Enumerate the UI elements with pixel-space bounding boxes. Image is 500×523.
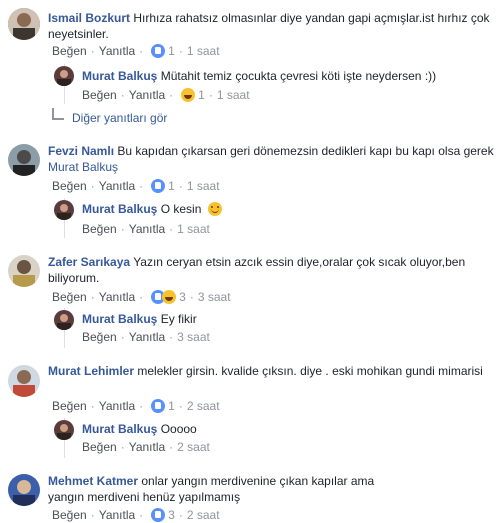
reply-button[interactable]: Yanıtla [129, 222, 165, 236]
reply-button[interactable]: Yanıtla [99, 290, 135, 304]
smile-emoji-icon [207, 202, 222, 216]
reply-text: Ey fikir [160, 312, 197, 326]
comment-actions: Beğen · Yanıtla · 3 · 3 saat [52, 290, 231, 304]
reply-actions: Beğen · Yanıtla · 1 saat [82, 222, 210, 236]
like-reaction-icon[interactable] [151, 44, 166, 58]
reply-body: Murat Balkuş Mütahit temiz çocukta çevre… [82, 68, 492, 84]
reaction-count[interactable]: 1 [168, 44, 175, 58]
comment-body: Murat Lehimler melekler girsin. kvalide … [48, 363, 496, 379]
author-name[interactable]: Ismail Bozkurt [48, 11, 130, 25]
like-reaction-icon[interactable] [151, 399, 166, 413]
like-button[interactable]: Beğen [52, 179, 87, 193]
comment-body: Ismail Bozkurt Hırhıza rahatsız olmasınl… [48, 10, 496, 42]
comment-body: Zafer Sarıkaya Yazın ceryan etsin azcık … [48, 254, 496, 286]
like-button[interactable]: Beğen [82, 330, 117, 344]
like-reaction-icon[interactable] [151, 508, 166, 522]
reply-text: Mütahit temiz çocukta çevresi köti işte … [160, 69, 437, 83]
reaction-count[interactable]: 1 [168, 179, 175, 193]
reply-text: O kesin [160, 202, 202, 216]
reaction-count[interactable]: 1 [168, 399, 175, 413]
reply-actions: Beğen · Yanıtla · 2 saat [82, 440, 210, 454]
like-button[interactable]: Beğen [82, 222, 117, 236]
more-replies-link[interactable]: Diğer yanıtları gör [52, 108, 167, 126]
reply-button[interactable]: Yanıtla [99, 399, 135, 413]
reply-actions: Beğen · Yanıtla · 1 · 1 saat [82, 88, 250, 102]
avatar[interactable] [54, 310, 74, 330]
avatar[interactable] [54, 200, 74, 220]
like-button[interactable]: Beğen [82, 88, 117, 102]
author-name[interactable]: Murat Balkuş [82, 69, 157, 83]
comment-text: Bu kapıdan çıkarsan geri dönemezsin dedi… [117, 144, 494, 158]
timestamp[interactable]: 3 saat [177, 330, 210, 344]
timestamp[interactable]: 2 saat [187, 508, 220, 522]
reply-button[interactable]: Yanıtla [129, 88, 165, 102]
avatar[interactable] [8, 144, 40, 176]
author-name[interactable]: Murat Balkuş [82, 202, 157, 216]
like-button[interactable]: Beğen [52, 399, 87, 413]
like-reaction-icon[interactable] [151, 179, 166, 193]
comment-actions: Beğen · Yanıtla · 1 · 1 saat [52, 44, 220, 58]
avatar[interactable] [54, 66, 74, 86]
like-button[interactable]: Beğen [52, 508, 87, 522]
more-replies-label[interactable]: Diğer yanıtları gör [72, 111, 167, 125]
avatar[interactable] [8, 255, 40, 287]
timestamp[interactable]: 1 saat [187, 44, 220, 58]
like-button[interactable]: Beğen [52, 44, 87, 58]
reply-actions: Beğen · Yanıtla · 3 saat [82, 330, 210, 344]
timestamp[interactable]: 1 saat [187, 179, 220, 193]
reply-button[interactable]: Yanıtla [99, 179, 135, 193]
reaction-count[interactable]: 3 [179, 290, 186, 304]
avatar[interactable] [8, 8, 40, 40]
comment-actions: Beğen · Yanıtla · 3 · 2 saat [52, 508, 220, 522]
timestamp[interactable]: 3 saat [198, 290, 231, 304]
author-name[interactable]: Mehmet Katmer [48, 474, 138, 488]
comment-actions: Beğen · Yanıtla · 1 · 2 saat [52, 399, 220, 413]
reply-body: Murat Balkuş Ey fikir [82, 311, 492, 327]
author-name[interactable]: Fevzi Namlı [48, 144, 114, 158]
reply-button[interactable]: Yanıtla [129, 440, 165, 454]
timestamp[interactable]: 2 saat [187, 399, 220, 413]
reply-text: Ooooo [160, 422, 197, 436]
reply-body: Murat Balkuş Ooooo [82, 421, 492, 437]
comment-body: Mehmet Katmer onlar yangın merdivenine ç… [48, 473, 378, 505]
timestamp[interactable]: 1 saat [177, 222, 210, 236]
reaction-count[interactable]: 3 [168, 508, 175, 522]
author-name[interactable]: Murat Balkuş [82, 422, 157, 436]
reply-button[interactable]: Yanıtla [129, 330, 165, 344]
reply-button[interactable]: Yanıtla [99, 44, 135, 58]
reaction-count[interactable]: 1 [198, 88, 205, 102]
mention-link[interactable]: Murat Balkuş [48, 160, 118, 174]
avatar[interactable] [8, 365, 40, 397]
author-name[interactable]: Murat Lehimler [48, 364, 134, 378]
reply-arrow-icon [52, 108, 64, 120]
haha-reaction-icon[interactable] [181, 88, 196, 102]
reply-body: Murat Balkuş O kesin [82, 201, 492, 217]
like-button[interactable]: Beğen [52, 290, 87, 304]
timestamp[interactable]: 2 saat [177, 440, 210, 454]
comment-body: Fevzi Namlı Bu kapıdan çıkarsan geri dön… [48, 143, 496, 175]
author-name[interactable]: Zafer Sarıkaya [48, 255, 130, 269]
haha-reaction-icon[interactable] [162, 290, 177, 304]
avatar[interactable] [54, 420, 74, 440]
timestamp[interactable]: 1 saat [217, 88, 250, 102]
reply-button[interactable]: Yanıtla [99, 508, 135, 522]
avatar[interactable] [8, 474, 40, 506]
author-name[interactable]: Murat Balkuş [82, 312, 157, 326]
like-button[interactable]: Beğen [82, 440, 117, 454]
comment-actions: Beğen · Yanıtla · 1 · 1 saat [52, 179, 220, 193]
comment-text: melekler girsin. kvalide çıksın. diye . … [137, 364, 483, 378]
